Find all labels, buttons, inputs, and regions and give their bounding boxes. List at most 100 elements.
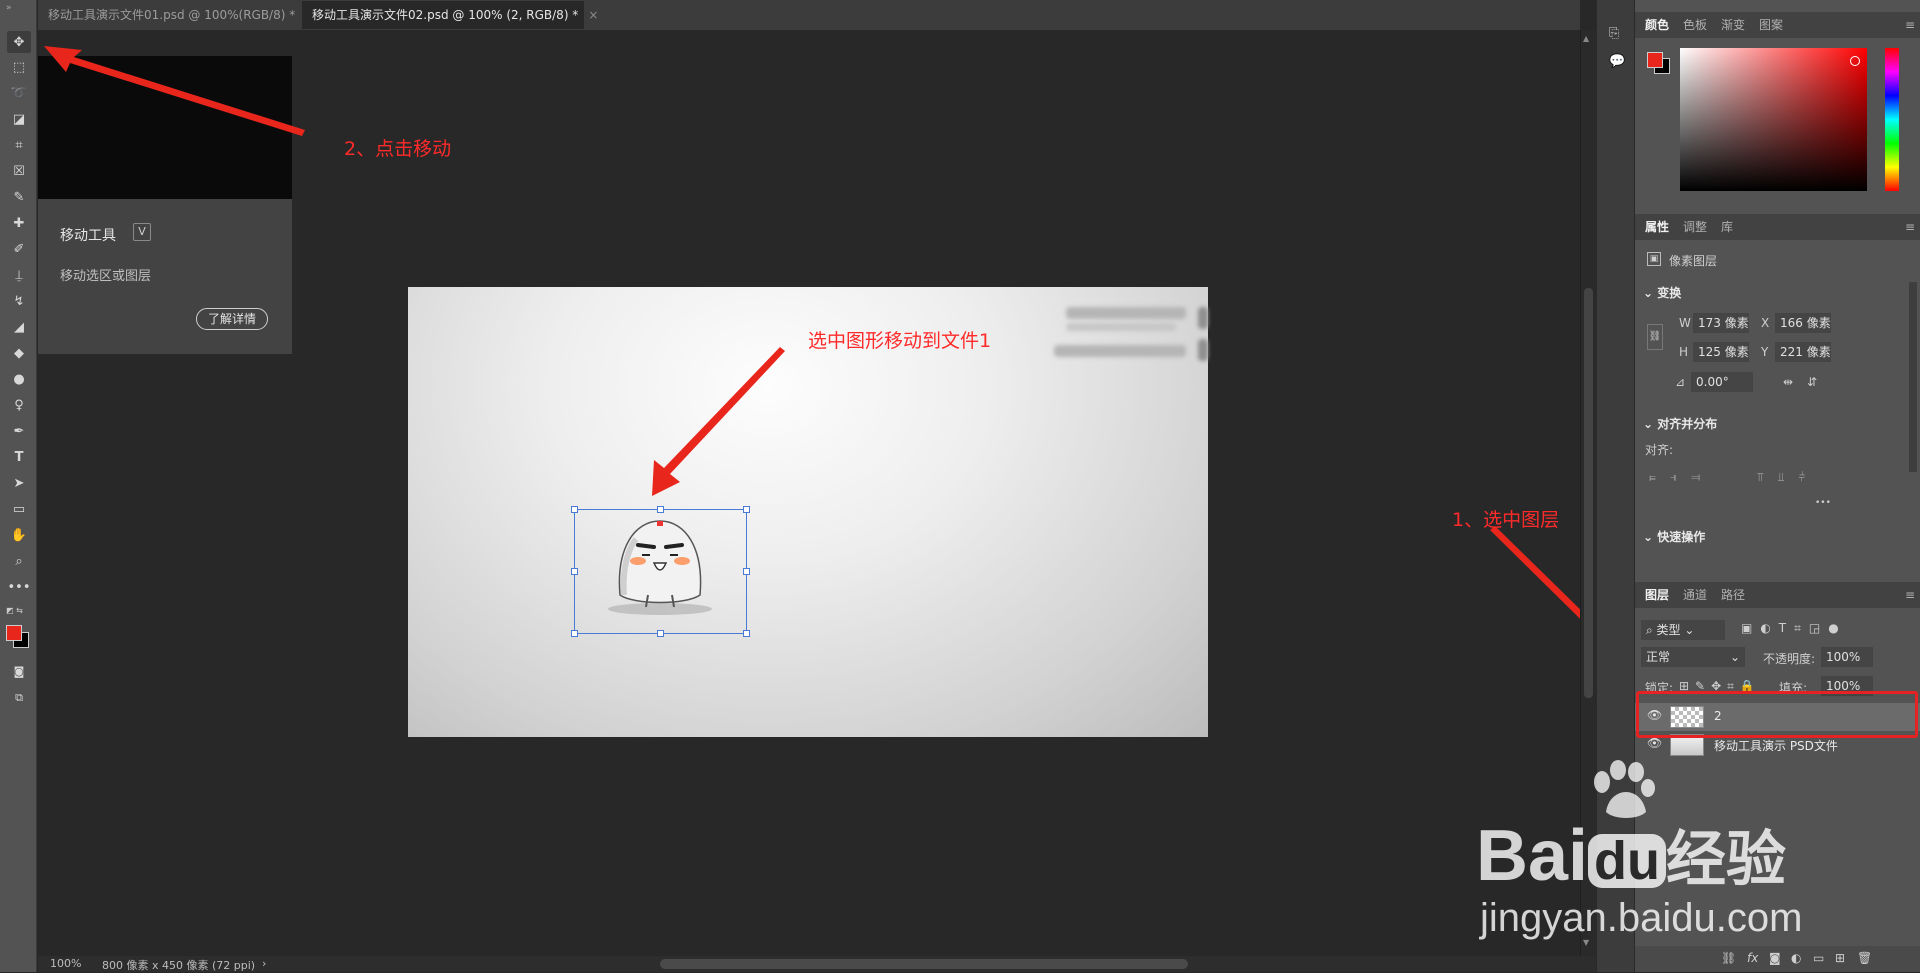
properties-panel-header: 属性 调整 库 ≡ bbox=[1635, 214, 1920, 240]
baidu-jingyan-watermark: Bai du 经验 jingyan.baidu.com bbox=[1460, 760, 1820, 960]
more-options-icon[interactable]: ••• bbox=[1815, 498, 1831, 508]
marquee-tool-icon[interactable]: ⬚ bbox=[7, 56, 31, 78]
pen-tool-icon[interactable]: ✒ bbox=[7, 420, 31, 442]
blurred-text bbox=[1054, 345, 1186, 357]
flip-vertical-icon[interactable]: ⇵ bbox=[1807, 375, 1817, 389]
type-tool-icon[interactable]: T bbox=[7, 446, 31, 468]
panel-menu-icon[interactable]: ≡ bbox=[1905, 18, 1915, 32]
quick-actions-section-title[interactable]: ⌄ 快速操作 bbox=[1643, 528, 1705, 545]
tab-document-02[interactable]: 移动工具演示文件02.psd @ 100% (2, RGB/8) * × bbox=[302, 1, 598, 29]
lasso-tool-icon[interactable]: ➰ bbox=[7, 82, 31, 104]
layer-name[interactable]: 移动工具演示 PSD文件 bbox=[1714, 737, 1838, 754]
horizontal-scroll-thumb[interactable] bbox=[660, 959, 1188, 969]
visibility-eye-icon[interactable]: 👁 bbox=[1647, 736, 1662, 750]
tab-paths[interactable]: 路径 bbox=[1721, 582, 1745, 608]
vertical-scroll-thumb[interactable] bbox=[1584, 288, 1593, 698]
paint-bucket-tool-icon[interactable]: ◆ bbox=[7, 342, 31, 364]
delete-layer-icon[interactable]: 🗑 bbox=[1857, 951, 1872, 965]
tab-color[interactable]: 颜色 bbox=[1645, 12, 1669, 38]
frame-tool-icon[interactable]: ☒ bbox=[7, 160, 31, 182]
align-section-title[interactable]: ⌄ 对齐并分布 bbox=[1643, 415, 1717, 432]
tab-swatches[interactable]: 色板 bbox=[1683, 12, 1707, 38]
foreground-color-swatch[interactable] bbox=[6, 625, 22, 641]
new-layer-icon[interactable]: ⊞ bbox=[1835, 951, 1845, 965]
opacity-field[interactable]: 100% bbox=[1821, 647, 1873, 667]
flip-horizontal-icon[interactable]: ⇹ bbox=[1783, 375, 1793, 389]
y-label: Y bbox=[1761, 345, 1769, 359]
status-expand-icon[interactable]: › bbox=[262, 957, 266, 970]
blend-mode-select[interactable]: 正常 ⌄ bbox=[1641, 647, 1745, 667]
foreground-color-chip[interactable] bbox=[1647, 52, 1663, 68]
transform-handle[interactable] bbox=[657, 506, 664, 513]
x-field[interactable]: 166 像素 bbox=[1775, 313, 1831, 333]
color-picker-cursor[interactable] bbox=[1850, 56, 1860, 66]
history-icon[interactable]: ⎘ bbox=[1609, 26, 1619, 41]
tab-channels[interactable]: 通道 bbox=[1683, 582, 1707, 608]
watermark-jingyan: 经验 bbox=[1666, 826, 1787, 893]
healing-tool-icon[interactable]: ✚ bbox=[7, 212, 31, 234]
transform-handle[interactable] bbox=[743, 506, 750, 513]
rectangle-tool-icon[interactable]: ▭ bbox=[7, 498, 31, 520]
scroll-up-icon[interactable]: ▲ bbox=[1583, 34, 1589, 43]
zoom-tool-icon[interactable]: ⌕ bbox=[7, 550, 31, 572]
path-select-tool-icon[interactable]: ➤ bbox=[7, 472, 31, 494]
transform-bounding-box[interactable] bbox=[571, 506, 750, 637]
quick-actions-title: 快速操作 bbox=[1657, 530, 1706, 544]
brush-tool-icon[interactable]: ✐ bbox=[7, 238, 31, 260]
hue-slider[interactable] bbox=[1885, 48, 1899, 191]
object-select-tool-icon[interactable]: ◪ bbox=[7, 108, 31, 130]
tab-layers[interactable]: 图层 bbox=[1645, 582, 1669, 608]
transform-handle[interactable] bbox=[743, 568, 750, 575]
tooltip-description: 移动选区或图层 bbox=[60, 269, 152, 284]
zoom-level[interactable]: 100% bbox=[50, 957, 81, 970]
crop-tool-icon[interactable]: ⌗ bbox=[7, 134, 31, 156]
angle-field[interactable]: 0.00° bbox=[1691, 372, 1753, 392]
properties-scrollbar[interactable] bbox=[1909, 282, 1917, 472]
close-icon[interactable]: × bbox=[588, 8, 598, 22]
tab-gradients[interactable]: 渐变 bbox=[1721, 12, 1745, 38]
stamp-tool-icon[interactable]: ⍊ bbox=[7, 264, 31, 286]
more-tools-icon[interactable]: ••• bbox=[7, 576, 31, 598]
blur-tool-icon[interactable]: ● bbox=[7, 368, 31, 390]
tab-document-01[interactable]: 移动工具演示文件01.psd @ 100%(RGB/8) *× bbox=[38, 1, 315, 29]
quick-mask-icon[interactable]: ◙ bbox=[7, 660, 31, 682]
transform-handle[interactable] bbox=[571, 568, 578, 575]
transform-handle[interactable] bbox=[571, 506, 578, 513]
color-field[interactable] bbox=[1680, 48, 1867, 191]
width-field[interactable]: 173 像素 bbox=[1693, 313, 1749, 333]
layer-filter-icons[interactable]: ▣◐T⌗◲● bbox=[1741, 621, 1847, 636]
tooltip-shortcut: V bbox=[133, 223, 151, 241]
dodge-tool-icon[interactable]: ♀ bbox=[7, 394, 31, 416]
learn-more-button[interactable]: 了解详情 bbox=[196, 308, 268, 330]
tab-patterns[interactable]: 图案 bbox=[1759, 12, 1783, 38]
document-canvas[interactable] bbox=[408, 287, 1208, 737]
tab-libraries[interactable]: 库 bbox=[1721, 214, 1733, 240]
history-brush-tool-icon[interactable]: ↯ bbox=[7, 290, 31, 312]
link-proportions-icon[interactable]: ⛓ bbox=[1647, 324, 1663, 350]
tooltip-title: 移动工具 bbox=[60, 228, 116, 244]
hand-tool-icon[interactable]: ✋ bbox=[7, 524, 31, 546]
align-buttons[interactable]: ⫢⫣⫤ bbox=[1649, 470, 1714, 485]
panel-menu-icon[interactable]: ≡ bbox=[1905, 220, 1915, 234]
transform-handle[interactable] bbox=[571, 630, 578, 637]
layer-filter-select[interactable]: ⌕ 类型 ⌄ bbox=[1641, 620, 1725, 640]
move-tool-icon[interactable]: ✥ bbox=[7, 31, 31, 53]
tab-adjustments[interactable]: 调整 bbox=[1683, 214, 1707, 240]
y-field[interactable]: 221 像素 bbox=[1775, 342, 1831, 362]
align-label: 对齐: bbox=[1645, 443, 1674, 457]
collapse-icon[interactable]: » bbox=[6, 3, 12, 13]
transform-section-title[interactable]: ⌄ 变换 bbox=[1643, 284, 1681, 301]
blurred-text bbox=[1066, 323, 1176, 331]
screen-mode-icon[interactable]: ⧉ bbox=[7, 686, 31, 708]
transform-handle[interactable] bbox=[743, 630, 750, 637]
comment-icon[interactable]: 💬 bbox=[1609, 54, 1625, 69]
height-field[interactable]: 125 像素 bbox=[1693, 342, 1749, 362]
transform-handle[interactable] bbox=[657, 630, 664, 637]
panel-menu-icon[interactable]: ≡ bbox=[1905, 588, 1915, 602]
eyedropper-tool-icon[interactable]: ✎ bbox=[7, 186, 31, 208]
default-colors-icon[interactable]: ◩ ⇆ bbox=[6, 606, 23, 615]
eraser-tool-icon[interactable]: ◢ bbox=[7, 316, 31, 338]
tab-properties[interactable]: 属性 bbox=[1645, 214, 1669, 240]
align-vertical-buttons[interactable]: ⫪⫫⫩ bbox=[1757, 470, 1819, 485]
pixel-layer-icon: ▣ bbox=[1647, 252, 1661, 266]
